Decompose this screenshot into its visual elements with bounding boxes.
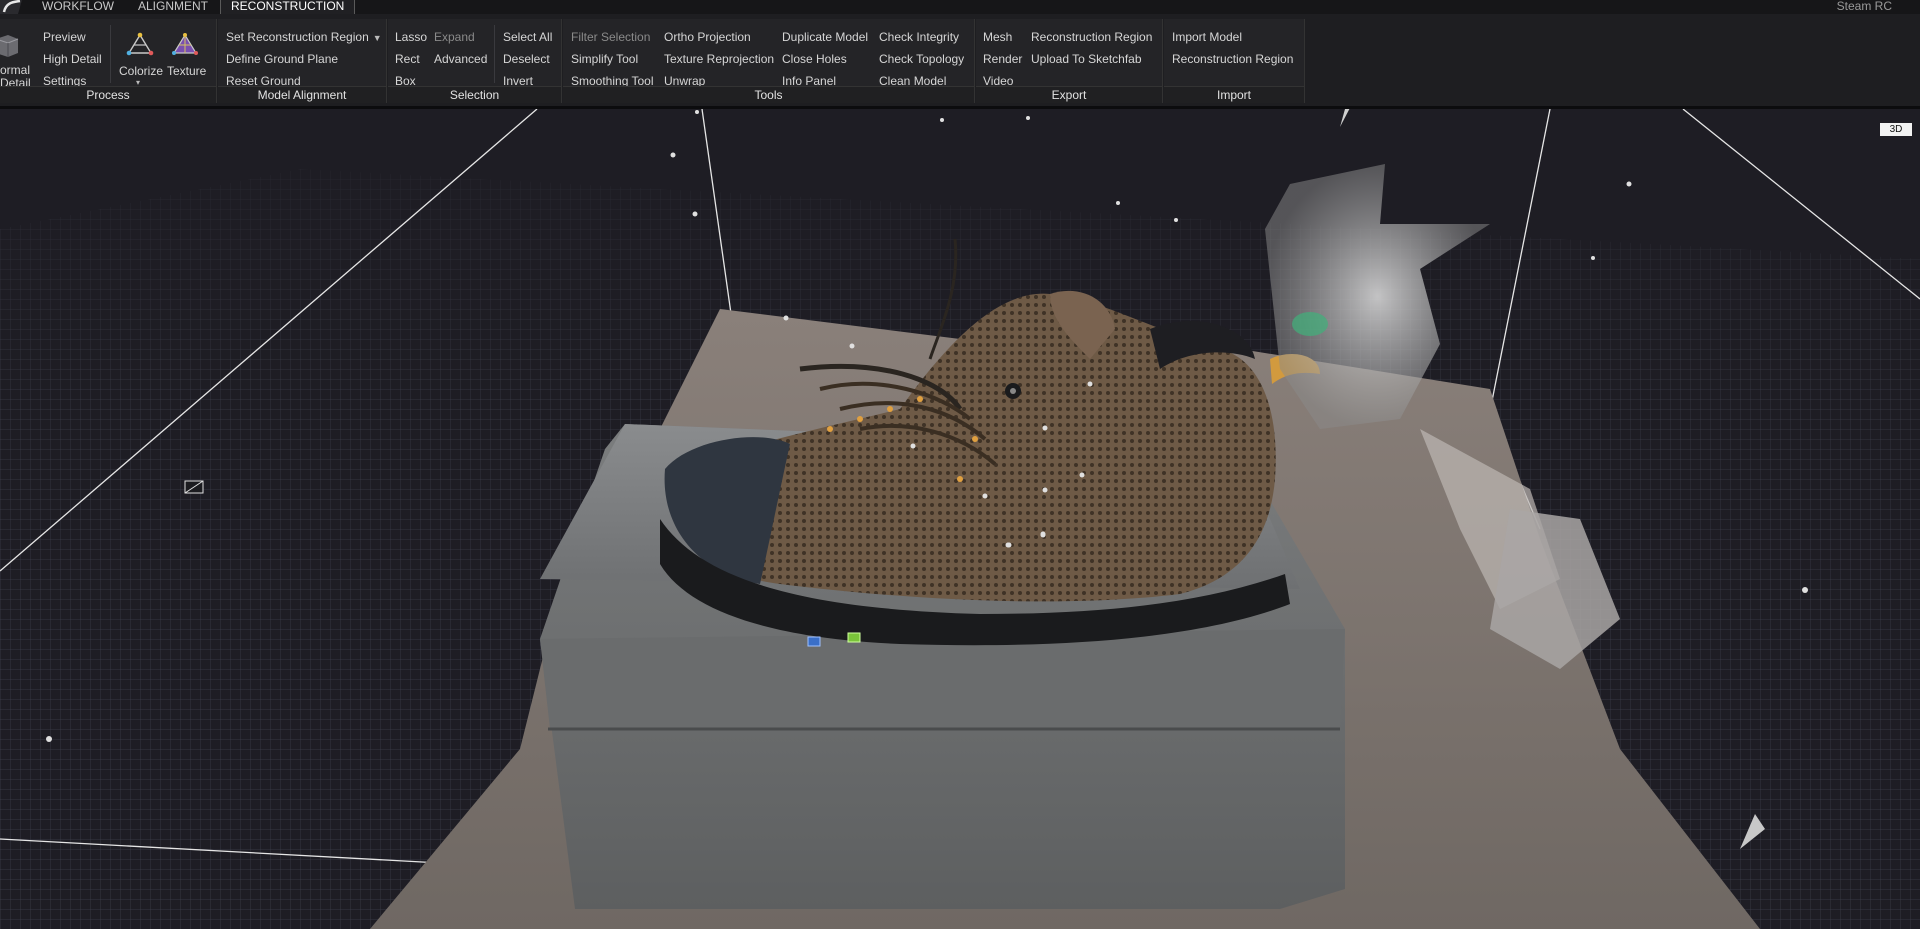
tab-reconstruction[interactable]: RECONSTRUCTION [220, 0, 356, 14]
import-reconstruction-region-button[interactable]: Reconstruction Region [1172, 52, 1293, 66]
group-title-process: Process [0, 86, 216, 103]
normal-detail-label-1: ormal [0, 63, 31, 77]
set-reconstruction-region-button[interactable]: Set Reconstruction Region ▼ [226, 30, 382, 45]
group-title-export: Export [976, 86, 1162, 103]
ortho-projection-button[interactable]: Ortho Projection [664, 30, 751, 44]
duplicate-model-button[interactable]: Duplicate Model [782, 30, 868, 44]
3d-viewport[interactable]: 3D [0, 109, 1920, 929]
ribbon: ormal Detail Preview High Detail Setting… [0, 14, 1920, 109]
texture-reprojection-button[interactable]: Texture Reprojection [664, 52, 774, 66]
select-all-button[interactable]: Select All [503, 30, 552, 44]
group-title-import: Import [1164, 86, 1304, 103]
export-mesh-button[interactable]: Mesh [983, 30, 1012, 44]
lasso-button[interactable]: Lasso [395, 30, 427, 44]
group-process: ormal Detail Preview High Detail Setting… [0, 19, 217, 103]
view-mode-badge[interactable]: 3D [1880, 123, 1912, 136]
separator [110, 25, 111, 83]
group-export: Mesh Render Video Reconstruction Region … [976, 19, 1163, 103]
texture-button[interactable]: Texture [167, 64, 206, 78]
normal-detail-icon [0, 35, 19, 57]
group-import: Import Model Reconstruction Region Impor… [1164, 19, 1305, 103]
group-tools: Filter Selection Simplify Tool Smoothing… [563, 19, 975, 103]
deselect-button[interactable]: Deselect [503, 52, 550, 66]
brand-label: Steam RC [1836, 0, 1892, 13]
group-title-model-alignment: Model Alignment [218, 86, 386, 103]
expand-button[interactable]: Expand [434, 30, 475, 44]
close-holes-button[interactable]: Close Holes [782, 52, 847, 66]
rect-button[interactable]: Rect [395, 52, 420, 66]
import-model-button[interactable]: Import Model [1172, 30, 1242, 44]
group-title-selection: Selection [388, 86, 561, 103]
3d-scene[interactable] [0, 109, 1920, 929]
filter-selection-button[interactable]: Filter Selection [571, 30, 650, 44]
check-topology-button[interactable]: Check Topology [879, 52, 964, 66]
preview-button[interactable]: Preview [43, 30, 86, 44]
upload-sketchfab-button[interactable]: Upload To Sketchfab [1031, 52, 1142, 66]
export-reconstruction-region-button[interactable]: Reconstruction Region [1031, 30, 1152, 44]
tab-alignment[interactable]: ALIGNMENT [138, 0, 208, 14]
group-selection: Lasso Expand Rect Advanced Box Select Al… [388, 19, 562, 103]
set-reconstruction-region-label: Set Reconstruction Region [226, 30, 369, 44]
define-ground-plane-button[interactable]: Define Ground Plane [226, 52, 338, 66]
chevron-down-icon[interactable]: ▼ [373, 33, 382, 43]
high-detail-button[interactable]: High Detail [43, 52, 102, 66]
group-title-tools: Tools [563, 86, 974, 103]
simplify-tool-button[interactable]: Simplify Tool [571, 52, 638, 66]
group-model-alignment: Set Reconstruction Region ▼ Define Ground… [218, 19, 387, 103]
tab-bar: WORKFLOW ALIGNMENT RECONSTRUCTION Steam … [0, 0, 1920, 14]
colorize-icon [126, 32, 154, 56]
export-render-button[interactable]: Render [983, 52, 1022, 66]
separator [494, 25, 495, 83]
advanced-button[interactable]: Advanced [434, 52, 487, 66]
colorize-button[interactable]: Colorize [119, 64, 163, 78]
tab-workflow[interactable]: WORKFLOW [42, 0, 114, 14]
check-integrity-button[interactable]: Check Integrity [879, 30, 959, 44]
texture-icon [172, 33, 198, 55]
app-logo-icon [0, 0, 22, 14]
